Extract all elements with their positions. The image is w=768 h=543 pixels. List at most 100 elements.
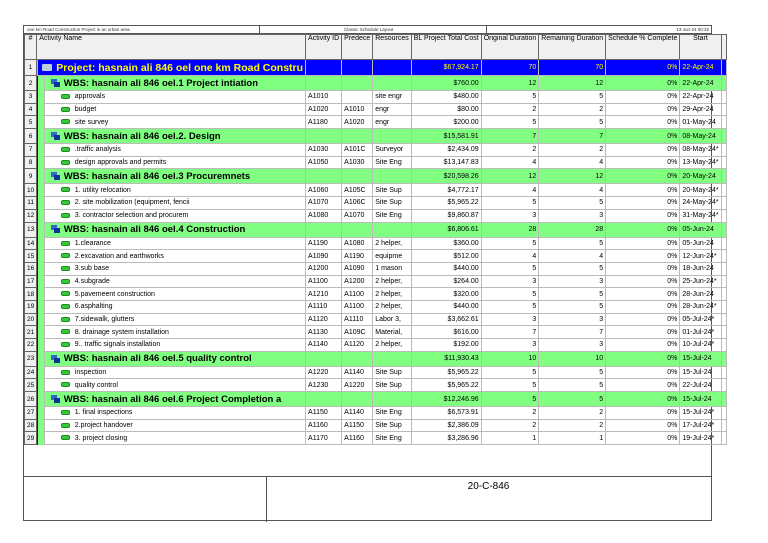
- header-col-predecessors[interactable]: Predece: [341, 34, 374, 60]
- activity-name: 2. site mobilization (equipment, fencii: [43, 196, 307, 210]
- resources: Site Sup: [372, 418, 412, 433]
- activity-row[interactable]: 8 design approvals and permits A1050 A1030 S…: [23, 155, 727, 170]
- activity-row[interactable]: 11 2. site mobilization (equipment, fenci…: [23, 196, 727, 210]
- extra-cell: [720, 418, 727, 433]
- predecessor: A1100: [341, 299, 374, 314]
- original-duration: 7: [480, 325, 540, 339]
- header-col-start[interactable]: Start: [679, 34, 722, 60]
- remaining-duration: 10: [538, 350, 607, 367]
- activity-row[interactable]: 20 7.sidewalk, glutters A1120 A1110 Labor 3,…: [23, 312, 727, 327]
- activity-row[interactable]: 16 3.sub base A1200 A1090 1 mason $440.00 5 5 0%…: [23, 261, 727, 276]
- activity-icon: [60, 106, 70, 112]
- wbs-row[interactable]: 6 WBS: hasnain ali 846 oel.2. Design $15,5…: [23, 128, 727, 145]
- header-col-schedule-complete[interactable]: Schedule % Complete: [605, 34, 681, 60]
- header-col-resources[interactable]: Resources: [372, 34, 412, 60]
- activity-name: WBS: hasnain ali 846 oel.3 Procuremnets: [43, 168, 307, 185]
- extra-cell: [720, 168, 727, 185]
- schedule-percent-complete: 0%: [605, 431, 681, 446]
- predecessor: A105C: [341, 183, 374, 198]
- activity-row[interactable]: 10 1. utility relocation A1060 A105C Site Su…: [23, 183, 727, 198]
- activity-row[interactable]: 4 budget A1020 A1010 engr $80.00 2 2 0% 29-Apr-24: [23, 102, 727, 117]
- activity-row[interactable]: 24 inspection A1220 A1140 Site Sup $5,965.22 5…: [23, 365, 727, 380]
- extra-cell: [720, 208, 727, 223]
- activity-id: A1020: [305, 102, 343, 117]
- activity-row[interactable]: 3 approvals A1010 site engr $480.00 5 5 0% 22-Ap…: [23, 90, 727, 104]
- activity-name: approvals: [43, 90, 307, 104]
- bl-total-cost: $616.00: [410, 325, 482, 339]
- bl-total-cost: $3,662.61: [410, 312, 482, 327]
- header-col-number[interactable]: #: [23, 34, 38, 60]
- header-col-activity-name[interactable]: Activity Name: [36, 34, 307, 60]
- activity-row[interactable]: 21 8. drainage system installation A1130 A1…: [23, 325, 727, 339]
- original-duration: 2: [480, 102, 540, 117]
- activity-row[interactable]: 14 1.clearance A1190 A1080 2 helper, $360.00 5…: [23, 236, 727, 251]
- remaining-duration: 70: [538, 59, 607, 76]
- predecessor: A1020: [341, 115, 374, 130]
- predecessor: [341, 221, 374, 238]
- activity-row[interactable]: 12 3. contractor selection and procurem A1…: [23, 208, 727, 223]
- remaining-duration: 5: [538, 115, 607, 130]
- wbs-row[interactable]: 13 WBS: hasnain ali 846 oel.4 Constructio…: [23, 221, 727, 238]
- wbs-icon: [50, 172, 60, 181]
- activity-name: WBS: hasnain ali 846 oel.2. Design: [43, 128, 307, 145]
- resources: engr: [372, 115, 412, 130]
- activity-row[interactable]: 25 quality control A1230 A1220 Site Sup $5,96…: [23, 378, 727, 393]
- resources: [372, 75, 412, 91]
- original-duration: 4: [480, 183, 540, 198]
- start-date: 28-Jun-24: [679, 287, 722, 301]
- original-duration: 5: [480, 287, 540, 301]
- start-date: 05-Jun-24: [679, 221, 722, 238]
- remaining-duration: 2: [538, 102, 607, 117]
- header-col-bl-cost[interactable]: BL Project Total Cost: [410, 34, 482, 60]
- resources: 2 helper,: [372, 338, 412, 352]
- bl-total-cost: $760.00: [410, 75, 482, 91]
- activity-row[interactable]: 5 site survey A1180 A1020 engr $200.00 5 5 0% 01-…: [23, 115, 727, 130]
- wbs-row[interactable]: 9 WBS: hasnain ali 846 oel.3 Procuremnets…: [23, 168, 727, 185]
- predecessor: A1080: [341, 236, 374, 251]
- header-extra[interactable]: [720, 34, 727, 60]
- activity-row[interactable]: 7 .traffic analysis A1030 A101C Surveyor $2,4…: [23, 143, 727, 157]
- activity-row[interactable]: 17 4.subgrade A1100 A1200 2 helper, $264.00 3 3…: [23, 274, 727, 289]
- activity-row[interactable]: 28 2.project handover A1160 A1150 Site Sup $2…: [23, 418, 727, 433]
- wbs-row[interactable]: 26 WBS: hasnain ali 846 oel.6 Project Com…: [23, 391, 727, 408]
- activity-row[interactable]: 18 5.pavemeent construction A1210 A1100 2 he…: [23, 287, 727, 301]
- schedule-percent-complete: 0%: [605, 115, 681, 130]
- start-date: 15-Jul-24*: [679, 406, 722, 420]
- remaining-duration: 5: [538, 378, 607, 393]
- extra-cell: [720, 391, 727, 408]
- activity-id: A1200: [305, 261, 343, 276]
- original-duration: 7: [480, 128, 540, 145]
- resources: Site Sup: [372, 378, 412, 393]
- resources: [372, 59, 412, 76]
- schedule-percent-complete: 0%: [605, 299, 681, 314]
- activity-row[interactable]: 19 6.asphalting A1110 A1100 2 helper, $440.00…: [23, 299, 727, 314]
- schedule-percent-complete: 0%: [605, 221, 681, 238]
- name-text: WBS: hasnain ali 846 oel.6 Project Compl…: [63, 393, 282, 405]
- schedule-percent-complete: 0%: [605, 236, 681, 251]
- predecessor: A109C: [341, 325, 374, 339]
- activity-icon: [60, 329, 70, 335]
- extra-cell: [720, 221, 727, 238]
- header-col-remaining-duration[interactable]: Remaining Duration: [538, 34, 607, 60]
- wbs-row[interactable]: 2 WBS: hasnain ali 846 oel.1 Project inti…: [23, 75, 727, 91]
- start-date: 28-Jun-24*: [679, 299, 722, 314]
- activity-id: A1140: [305, 338, 343, 352]
- name-text: WBS: hasnain ali 846 oel.4 Construction: [63, 224, 246, 235]
- name-text: 3. contractor selection and procurem: [74, 212, 189, 220]
- activity-row[interactable]: 15 2.excavation and earthworks A1090 A1190 e…: [23, 249, 727, 263]
- wbs-row[interactable]: 23 WBS: hasnain ali 846 oel.5 quality con…: [23, 350, 727, 367]
- resources: [372, 221, 412, 238]
- activity-row[interactable]: 27 1. final inspections A1150 A1140 Site Eng…: [23, 406, 727, 420]
- project-row[interactable]: 1 Project: hasnain ali 846 oel one km Roa…: [23, 59, 727, 76]
- activity-row[interactable]: 22 9.. traffic signals installation A1140 A…: [23, 338, 727, 352]
- header-col-activity-id[interactable]: Activity ID: [305, 34, 343, 60]
- row-number: 3: [23, 90, 38, 104]
- start-date: 01-Jul-24*: [679, 325, 722, 339]
- activity-name: 1. final inspections: [43, 406, 307, 420]
- activity-icon: [60, 240, 70, 246]
- activity-row[interactable]: 29 3. project closing A1170 A1160 Site Eng $3…: [23, 431, 727, 446]
- activity-icon: [60, 291, 70, 297]
- project-note: one km Road Construction Project in an u…: [27, 27, 131, 32]
- header-col-original-duration[interactable]: Original Duration: [480, 34, 540, 60]
- predecessor: [341, 168, 374, 185]
